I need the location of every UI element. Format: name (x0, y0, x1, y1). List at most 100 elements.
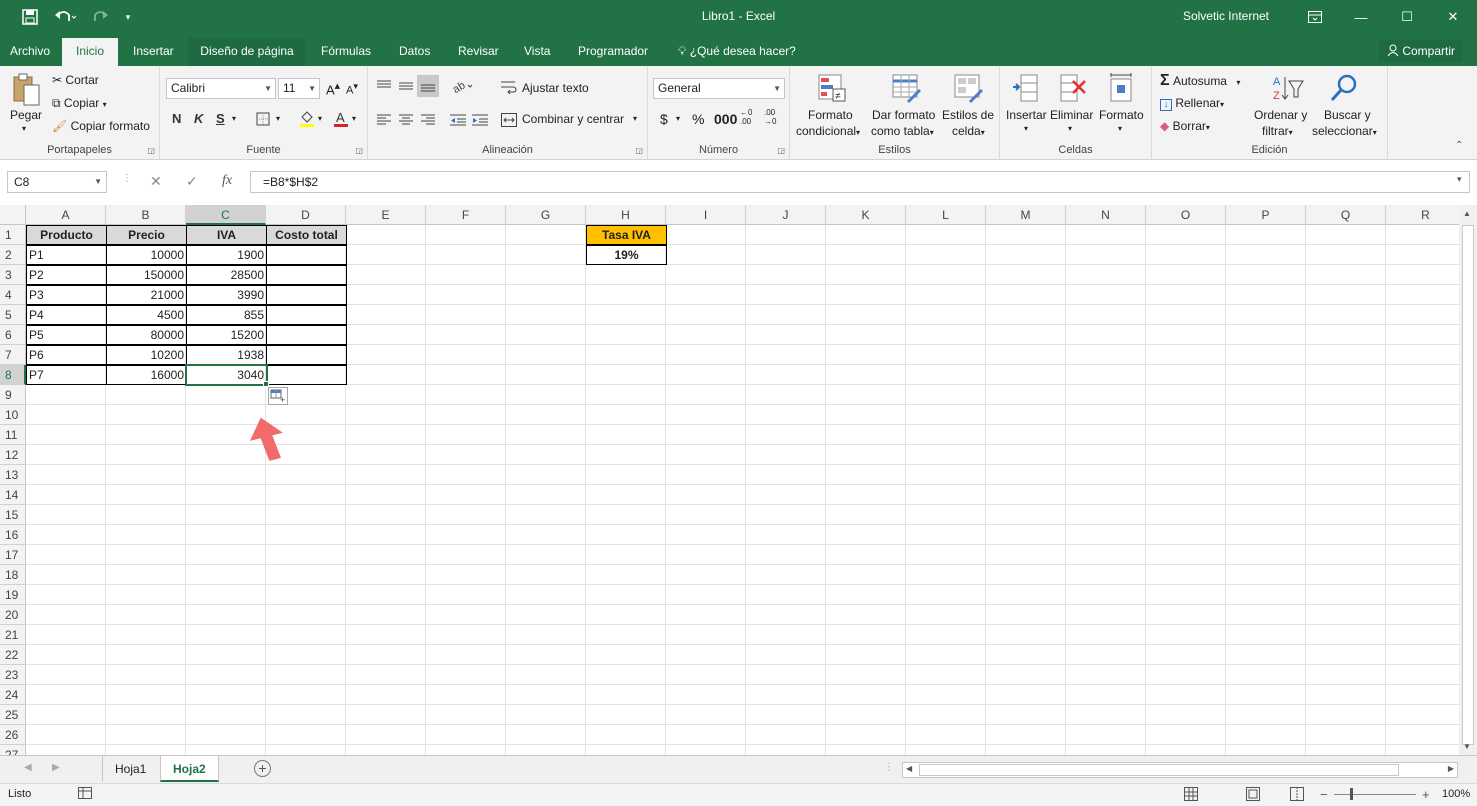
fill-color-icon[interactable] (298, 109, 316, 129)
hscroll-thumb[interactable] (919, 764, 1399, 776)
sort-filter-icon[interactable]: AZ (1270, 72, 1306, 104)
format-as-table-icon[interactable] (890, 72, 922, 104)
column-header[interactable]: H (586, 205, 666, 225)
tab-diseno-pagina[interactable]: Diseño de página (188, 38, 306, 66)
column-header[interactable]: Q (1306, 205, 1386, 225)
row-header[interactable]: 20 (0, 605, 26, 625)
page-break-view-icon[interactable] (1290, 787, 1304, 804)
column-header[interactable]: A (26, 205, 106, 225)
column-header[interactable]: J (746, 205, 826, 225)
table-cell[interactable]: 10000 (106, 245, 187, 265)
sheet-tab-hoja1[interactable]: Hoja1 (102, 756, 158, 782)
format-as-table-button[interactable]: como tabla▾ (871, 124, 934, 138)
shrink-font-icon[interactable]: A▾ (346, 81, 358, 97)
font-name-select[interactable]: Calibri ▼ (166, 78, 276, 99)
horizontal-scrollbar[interactable]: ◀ ▶ (902, 762, 1458, 778)
tab-vista[interactable]: Vista (516, 38, 558, 66)
row-header[interactable]: 8 (0, 365, 26, 385)
find-select-label-1[interactable]: Buscar y (1324, 108, 1371, 122)
wrap-text-button[interactable]: Ajustar texto (522, 81, 589, 95)
row-header[interactable]: 2 (0, 245, 26, 265)
percent-icon[interactable]: % (692, 111, 704, 127)
column-header[interactable]: N (1066, 205, 1146, 225)
table-cell[interactable]: 21000 (106, 285, 187, 305)
table-cell[interactable] (266, 265, 347, 285)
align-middle-icon[interactable] (396, 76, 416, 96)
table-cell[interactable]: P5 (26, 325, 107, 345)
font-size-select[interactable]: 11 ▼ (278, 78, 320, 99)
column-header[interactable]: C (186, 205, 266, 225)
table-header-cell[interactable]: IVA (186, 225, 267, 245)
name-box[interactable]: C8 ▼ (7, 171, 107, 193)
sort-filter-button[interactable]: filtrar▾ (1262, 124, 1293, 138)
quick-analysis-icon[interactable]: + (268, 387, 288, 405)
dialog-launcher-icon[interactable]: ◲ (777, 146, 785, 155)
scroll-right-icon[interactable]: ▶ (1448, 764, 1454, 773)
zoom-slider-thumb[interactable] (1350, 788, 1353, 800)
column-header[interactable]: D (266, 205, 346, 225)
scroll-down-icon[interactable]: ▼ (1463, 742, 1471, 751)
column-header[interactable]: K (826, 205, 906, 225)
column-header[interactable]: G (506, 205, 586, 225)
table-header-cell[interactable]: Producto (26, 225, 107, 245)
thousands-separator-icon[interactable]: 000 (714, 111, 737, 127)
cell-styles-button[interactable]: celda▾ (952, 124, 985, 138)
column-header[interactable]: M (986, 205, 1066, 225)
row-header[interactable]: 16 (0, 525, 26, 545)
cell-h2-tasa-value[interactable]: 19% (586, 245, 667, 265)
table-header-cell[interactable]: Costo total (266, 225, 347, 245)
close-button[interactable]: ✕ (1430, 0, 1476, 34)
cut-button[interactable]: ✂ Cortar (52, 73, 99, 87)
number-format-select[interactable]: General ▼ (653, 78, 785, 99)
table-cell[interactable]: P1 (26, 245, 107, 265)
expand-formula-icon[interactable]: ▾ (1457, 174, 1462, 185)
maximize-button[interactable]: ☐ (1384, 0, 1430, 34)
table-cell[interactable] (266, 285, 347, 305)
add-sheet-icon[interactable]: + (254, 760, 271, 777)
currency-icon[interactable]: $ (660, 111, 668, 127)
italic-button[interactable]: K (194, 111, 203, 126)
increase-decimal-icon[interactable]: ←0.00 (740, 108, 752, 126)
next-sheet-icon[interactable]: ▶ (52, 762, 60, 773)
tell-me-box[interactable]: 💡︎ ¿Qué desea hacer? (670, 38, 804, 66)
conditional-format-button[interactable]: condicional▾ (796, 124, 860, 138)
table-cell[interactable] (266, 305, 347, 325)
more-options-icon[interactable]: ⋮ (122, 173, 132, 184)
row-header[interactable]: 19 (0, 585, 26, 605)
row-header[interactable]: 9 (0, 385, 26, 405)
macro-record-icon[interactable] (78, 787, 94, 801)
scroll-thumb[interactable] (1462, 225, 1474, 745)
align-right-icon[interactable] (418, 110, 438, 130)
table-cell[interactable]: P7 (26, 365, 107, 385)
table-cell[interactable]: 80000 (106, 325, 187, 345)
column-header[interactable]: O (1146, 205, 1226, 225)
row-header[interactable]: 25 (0, 705, 26, 725)
increase-indent-icon[interactable] (470, 110, 490, 130)
format-button[interactable]: Formato (1099, 108, 1144, 122)
dialog-launcher-icon[interactable]: ◲ (147, 146, 155, 155)
row-header[interactable]: 10 (0, 405, 26, 425)
row-header[interactable]: 7 (0, 345, 26, 365)
font-color-icon[interactable]: A (332, 109, 350, 129)
zoom-out-icon[interactable]: − (1320, 787, 1328, 802)
row-header[interactable]: 22 (0, 645, 26, 665)
row-header[interactable]: 26 (0, 725, 26, 745)
cancel-icon[interactable]: ✕ (150, 173, 162, 190)
format-cells-icon[interactable] (1106, 72, 1136, 104)
row-header[interactable]: 3 (0, 265, 26, 285)
grow-font-icon[interactable]: A▴ (326, 79, 340, 97)
table-cell[interactable]: 1900 (186, 245, 267, 265)
column-header[interactable]: F (426, 205, 506, 225)
table-cell[interactable]: 10200 (106, 345, 187, 365)
underline-button[interactable]: S (216, 111, 225, 126)
insert-cells-icon[interactable] (1010, 72, 1040, 104)
table-cell[interactable] (266, 365, 347, 385)
delete-button[interactable]: Eliminar (1050, 108, 1093, 122)
delete-cells-icon[interactable] (1058, 72, 1088, 104)
table-cell[interactable]: 15200 (186, 325, 267, 345)
row-header[interactable]: 17 (0, 545, 26, 565)
column-header[interactable]: L (906, 205, 986, 225)
dialog-launcher-icon[interactable]: ◲ (635, 146, 643, 155)
dialog-launcher-icon[interactable]: ◲ (355, 146, 363, 155)
cell-h1-tasa-label[interactable]: Tasa IVA (586, 225, 667, 245)
